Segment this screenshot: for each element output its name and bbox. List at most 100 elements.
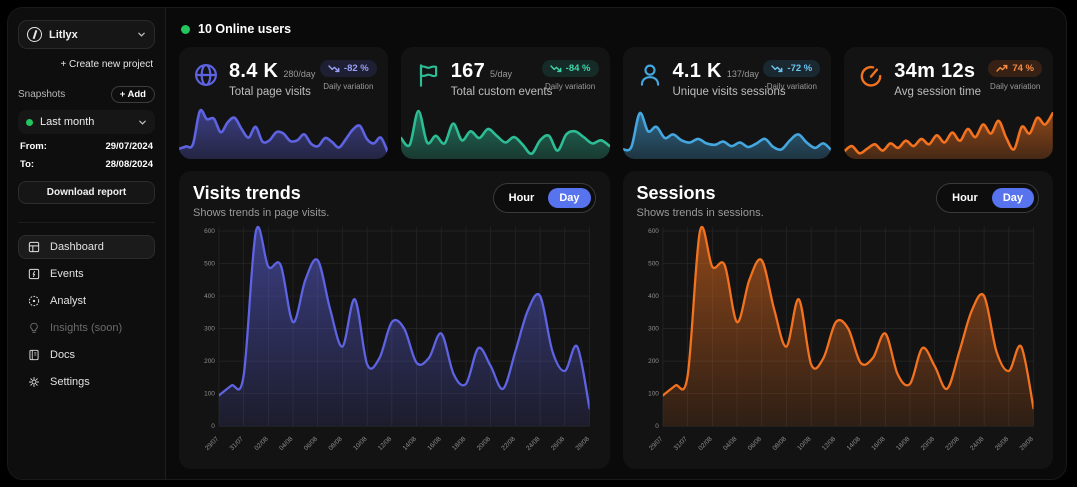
panel-subtitle: Shows trends in sessions. [637, 207, 764, 219]
svg-text:02/08: 02/08 [253, 435, 270, 452]
hour-day-toggle: Hour Day [493, 183, 596, 213]
from-label: From: [20, 141, 47, 152]
toggle-hour-button[interactable]: Hour [498, 188, 546, 208]
svg-text:26/08: 26/08 [993, 435, 1010, 452]
svg-text:29/07: 29/07 [204, 435, 221, 452]
stat-rate: 280/day [283, 69, 315, 79]
svg-text:100: 100 [204, 391, 215, 398]
svg-text:31/07: 31/07 [672, 435, 689, 452]
svg-text:18/08: 18/08 [451, 435, 468, 452]
sessions-panel: Sessions Shows trends in sessions. Hour … [623, 171, 1054, 469]
svg-text:10/08: 10/08 [796, 435, 813, 452]
stat-value: 8.4 K [229, 60, 278, 83]
stat-cards-row: 8.4 K 280/day Total page visits -82 % Da… [179, 47, 1053, 159]
svg-text:14/08: 14/08 [845, 435, 862, 452]
variation-value: -72 % [787, 63, 812, 74]
svg-text:26/08: 26/08 [550, 435, 567, 452]
flag-icon [414, 61, 442, 89]
svg-text:29/07: 29/07 [647, 435, 664, 452]
user-icon [636, 61, 664, 89]
svg-text:28/08: 28/08 [1018, 435, 1035, 452]
avg-session-sparkline [844, 107, 1053, 159]
sidebar-item-analyst[interactable]: Analyst [18, 289, 155, 313]
svg-text:0: 0 [211, 423, 215, 430]
trend-down-icon [550, 64, 562, 73]
sidebar-item-dashboard[interactable]: Dashboard [18, 235, 155, 259]
sidebar-item-events[interactable]: Events [18, 262, 155, 286]
to-date-value: 28/08/2024 [105, 159, 153, 170]
svg-text:22/08: 22/08 [500, 435, 517, 452]
events-icon [27, 267, 41, 281]
snapshot-select[interactable]: Last month [18, 110, 155, 134]
create-new-project-link[interactable]: + Create new project [20, 59, 153, 70]
page-visits-sparkline [179, 107, 388, 159]
stat-label: Total custom events [451, 86, 533, 98]
timer-icon [857, 61, 885, 89]
trend-down-icon [328, 64, 340, 73]
panel-title: Sessions [637, 183, 764, 204]
svg-text:300: 300 [204, 326, 215, 333]
variation-caption: Daily variation [320, 82, 377, 91]
svg-text:400: 400 [648, 293, 659, 300]
sessions-sparkline [623, 107, 832, 159]
svg-text:18/08: 18/08 [894, 435, 911, 452]
variation-value: -82 % [344, 63, 369, 74]
sidebar-item-label: Docs [50, 349, 75, 361]
add-snapshot-button[interactable]: + Add [111, 86, 155, 103]
online-users-text: 10 Online users [198, 22, 291, 36]
hour-day-toggle: Hour Day [936, 183, 1039, 213]
toggle-day-button[interactable]: Day [992, 188, 1034, 208]
svg-text:04/08: 04/08 [722, 435, 739, 452]
snapshots-label: Snapshots [18, 89, 65, 100]
toggle-hour-button[interactable]: Hour [941, 188, 989, 208]
docs-icon [27, 348, 41, 362]
trend-down-icon [771, 64, 783, 73]
online-users-status: 10 Online users [179, 16, 1053, 47]
variation-badge: -82 % [320, 60, 377, 77]
card-avg-session-time: 34m 12s Avg session time 74 % Daily vari… [844, 47, 1053, 159]
toggle-day-button[interactable]: Day [548, 188, 590, 208]
visits-trends-chart: 29/0731/0702/0804/0806/0808/0810/0812/08… [193, 223, 596, 460]
variation-badge: -72 % [763, 60, 820, 77]
variation-value: 74 % [1012, 63, 1034, 74]
svg-text:16/08: 16/08 [870, 435, 887, 452]
svg-text:500: 500 [648, 261, 659, 268]
card-total-custom-events: 167 5/day Total custom events -84 % Dail… [401, 47, 610, 159]
variation-badge: -84 % [542, 60, 599, 77]
stat-label: Avg session time [894, 86, 979, 98]
stat-value: 167 [451, 60, 485, 83]
svg-text:08/08: 08/08 [771, 435, 788, 452]
svg-text:22/08: 22/08 [944, 435, 961, 452]
app-window: Litlyx + Create new project Snapshots + … [7, 7, 1067, 480]
stat-label: Unique visits sessions [673, 86, 755, 98]
svg-text:04/08: 04/08 [278, 435, 295, 452]
svg-text:24/08: 24/08 [525, 435, 542, 452]
main-content: 10 Online users 8.4 K 280/day Total page [166, 8, 1066, 479]
globe-icon [192, 61, 220, 89]
svg-text:31/07: 31/07 [229, 435, 246, 452]
svg-text:20/08: 20/08 [476, 435, 493, 452]
svg-text:06/08: 06/08 [303, 435, 320, 452]
panel-title: Visits trends [193, 183, 329, 204]
litlyx-logo-icon [27, 27, 42, 42]
svg-text:12/08: 12/08 [820, 435, 837, 452]
svg-text:02/08: 02/08 [697, 435, 714, 452]
dashboard-icon [27, 240, 41, 254]
svg-text:400: 400 [204, 293, 215, 300]
sidebar-item-docs[interactable]: Docs [18, 343, 155, 367]
download-report-button[interactable]: Download report [18, 181, 155, 204]
sidebar-item-label: Settings [50, 376, 90, 388]
sidebar-item-insights[interactable]: Insights (soon) [18, 316, 155, 340]
from-date-value: 29/07/2024 [105, 141, 153, 152]
svg-text:12/08: 12/08 [377, 435, 394, 452]
snapshot-status-dot [26, 119, 33, 126]
sidebar-item-settings[interactable]: Settings [18, 370, 155, 394]
sidebar-item-label: Dashboard [50, 241, 104, 253]
svg-text:600: 600 [648, 228, 659, 235]
svg-text:16/08: 16/08 [426, 435, 443, 452]
lightbulb-icon [27, 321, 41, 335]
analyst-icon [27, 294, 41, 308]
project-selector[interactable]: Litlyx [18, 20, 155, 49]
svg-text:600: 600 [204, 228, 215, 235]
to-label: To: [20, 159, 34, 170]
